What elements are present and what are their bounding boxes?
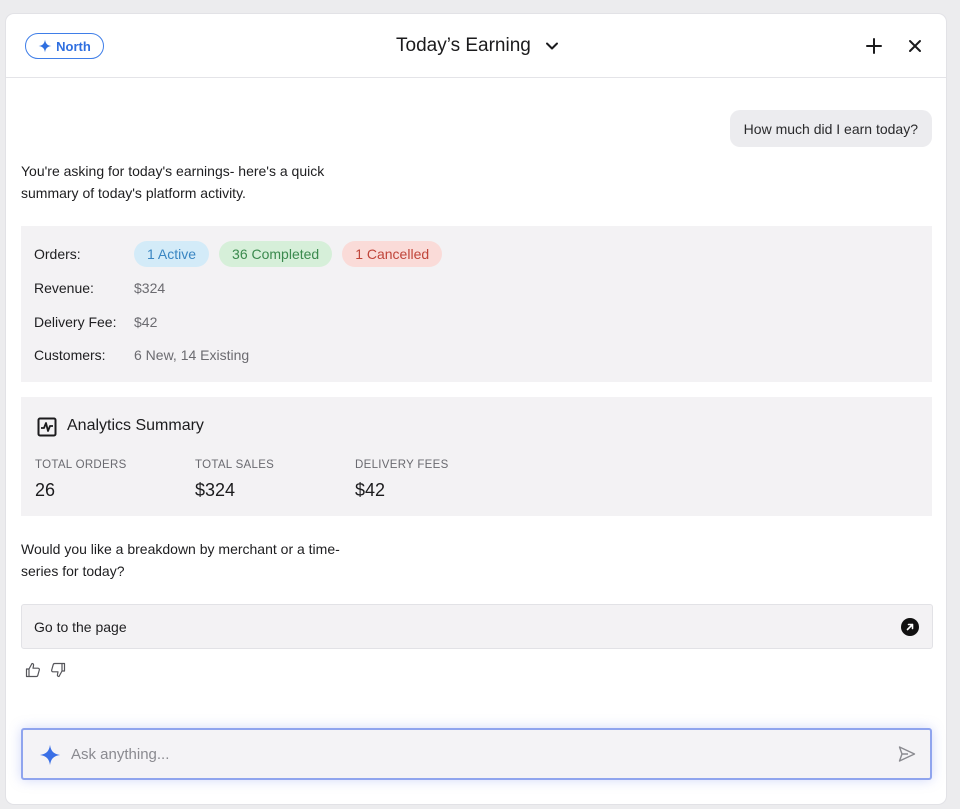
stat-total-orders: TOTAL ORDERS 26 [35, 459, 127, 501]
stat-caption: TOTAL ORDERS [35, 459, 127, 471]
user-message: How much did I earn today? [729, 110, 932, 147]
analytics-panel: Analytics Summary TOTAL ORDERS 26 TOTAL … [21, 397, 932, 516]
plus-icon [866, 38, 882, 54]
go-to-page-label: Go to the page [34, 618, 127, 635]
orders-label: Orders: [34, 246, 81, 262]
chart-icon [37, 417, 57, 437]
delivery-fee-row: Delivery Fee: $42 [34, 314, 157, 330]
cancelled-orders-pill[interactable]: 1 Cancelled [342, 241, 443, 267]
analytics-title: Analytics Summary [67, 417, 204, 434]
stat-caption: TOTAL SALES [195, 459, 275, 471]
arrow-up-right-icon [901, 618, 919, 636]
sparkle-icon [38, 39, 52, 53]
new-chat-button[interactable] [864, 36, 884, 56]
close-icon [909, 40, 921, 52]
orders-row: Orders: 1 Active 36 Completed 1 Cancelle… [34, 241, 452, 267]
customers-label: Customers: [34, 347, 106, 363]
chat-header: North Today’s Earning [6, 14, 946, 78]
delivery-fee-label: Delivery Fee: [34, 314, 117, 330]
ask-input[interactable] [71, 742, 871, 766]
delivery-fee-value: $42 [134, 314, 158, 330]
summary-panel: Orders: 1 Active 36 Completed 1 Cancelle… [21, 226, 932, 382]
close-button[interactable] [905, 36, 925, 56]
title-dropdown[interactable]: Today’s Earning [396, 34, 559, 58]
bot-followup-text: Would you like a breakdown by merchant o… [21, 541, 340, 579]
thumbs-up-icon[interactable] [25, 662, 41, 678]
customers-row: Customers: 6 New, 14 Existing [34, 347, 249, 363]
badge-label: North [56, 38, 91, 54]
chat-window: North Today’s Earning How much did I ear… [6, 14, 946, 804]
bot-intro-text: You're asking for today's earnings- here… [21, 163, 325, 201]
north-badge[interactable]: North [25, 33, 104, 59]
chevron-down-icon [545, 42, 558, 50]
stat-value: $324 [195, 480, 236, 500]
sparkle-icon [39, 744, 61, 766]
revenue-label: Revenue: [34, 280, 94, 296]
go-to-page-button[interactable]: Go to the page [21, 604, 933, 649]
stat-delivery-fees: DELIVERY FEES $42 [355, 459, 449, 501]
stat-total-sales: TOTAL SALES $324 [195, 459, 274, 501]
stat-value: 26 [35, 480, 56, 500]
active-orders-pill[interactable]: 1 Active [134, 241, 210, 267]
stat-caption: DELIVERY FEES [355, 459, 449, 471]
completed-orders-pill[interactable]: 36 Completed [219, 241, 333, 267]
revenue-row: Revenue: $324 [34, 280, 165, 296]
page-title: Today’s Earning [396, 35, 531, 56]
customers-value: 6 New, 14 Existing [134, 347, 250, 363]
revenue-value: $324 [134, 280, 166, 296]
stat-value: $42 [355, 480, 386, 500]
thumbs-down-icon[interactable] [50, 662, 66, 678]
user-message-text: How much did I earn today? [743, 120, 918, 137]
composer [21, 728, 932, 780]
send-icon[interactable] [898, 745, 916, 763]
